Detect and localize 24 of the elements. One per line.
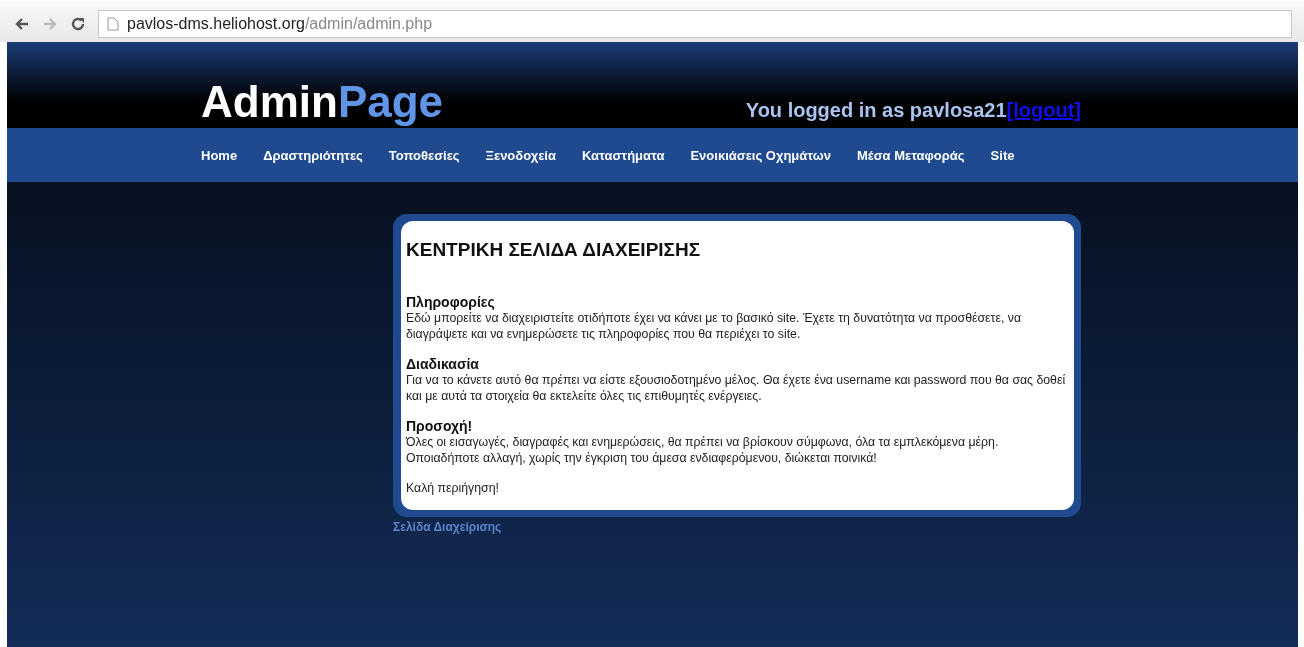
section-heading: Προσοχή!: [406, 418, 474, 434]
section-heading: Πληροφορίες: [406, 294, 496, 310]
section-paragraph: Όλες οι εισαγωγές, διαγραφές και ενημερώσεις, θα πρέπει να βρίσκουν σύμφωνα, όλα τα εμπλεκόμενα μέρη. Οποιαδήποτε αλλαγή, χωρίς την έγκριση του άμεσα ενδιαφερόμενου, διώκεται ποινικά!: [406, 434, 1000, 466]
nav-link[interactable]: Μέσα Μεταφοράς: [856, 147, 965, 163]
section-paragraph: Εδώ μπορείτε να διαχειριστείτε οτιδήποτε έχει να κάνει με το βασικό site. Έχετε τη δυνατότητα να προσθέσετε, να διαγράψετε και να ενημερώσετε τις πληροφορίες που θα περιέχει το site.: [406, 310, 1022, 342]
breadcrumb-link[interactable]: Σελίδα Διαχείρισης: [393, 520, 502, 534]
site-logo: AdminPage: [201, 80, 444, 124]
nav-link[interactable]: Ενοικιάσεις Οχημάτων: [690, 147, 831, 163]
address-field[interactable]: pavlos-dms.heliohost.org/admin/admin.php: [98, 10, 1292, 38]
url-text: pavlos-dms.heliohost.org/admin/admin.php: [127, 15, 433, 33]
nav-link[interactable]: Τοποθεσίες: [388, 147, 460, 163]
closing-text: Καλή περιήγηση!: [406, 480, 500, 496]
page-heading: ΚΕΝΤΡΙΚΗ ΣΕΛΙΔΑ ΔΙΑΧΕΙΡΙΣΗΣ: [406, 239, 702, 261]
section-heading: Διαδικασία: [406, 356, 480, 372]
nav-link[interactable]: Home: [201, 147, 238, 163]
page-icon: [107, 17, 119, 31]
nav-link[interactable]: Δραστηριότητες: [263, 147, 363, 163]
nav-link[interactable]: Καταστήματα: [581, 147, 665, 163]
nav-link[interactable]: Site: [990, 147, 1015, 163]
back-arrow-icon[interactable]: [14, 16, 30, 32]
section-paragraph: Για να το κάνετε αυτό θα πρέπει να είστε εξουσιοδοτημένο μέλος. Θα έχετε ένα username και password που θα σας δοθεί και με αυτά τα στοιχεία θα εκτελείτε όλες τις επιθυμητές ενέργειες.: [406, 372, 1067, 404]
login-status: You logged in as pavlosa21: [745, 99, 1007, 121]
nav-link[interactable]: Ξενοδοχεία: [485, 147, 556, 163]
reload-icon[interactable]: [70, 16, 86, 32]
